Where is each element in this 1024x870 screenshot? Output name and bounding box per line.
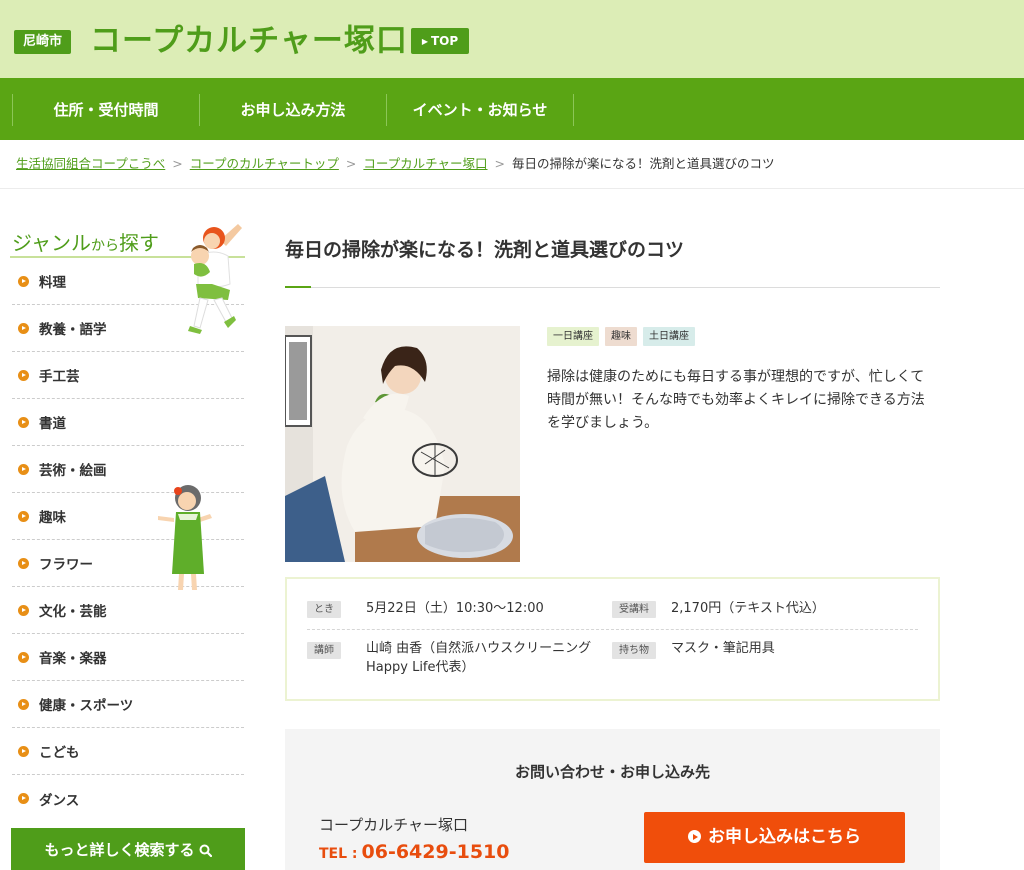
site-header: 尼崎市 コープカルチャー塚口 ▶ TOP <box>0 0 1024 78</box>
region-badge: 尼崎市 <box>14 30 72 54</box>
course-title: 毎日の掃除が楽になる！洗剤と道具選びのコツ <box>285 239 685 261</box>
genre-item-dance[interactable]: ダンス <box>12 775 244 822</box>
bullet-arrow-icon <box>18 604 29 616</box>
tel-label: TEL : <box>319 846 358 862</box>
contact-title: お問い合わせ・お申し込み先 <box>514 763 710 781</box>
breadcrumb-divider <box>0 188 1024 189</box>
tag-one-day: 一日講座 <box>547 327 599 346</box>
top-button-label: TOP <box>430 34 459 48</box>
breadcrumb: 生活協同組合コープこうべ > コープのカルチャートップ > コープカルチャー塚口 > 毎日の… <box>16 155 775 173</box>
course-description: 掃除は健康のためにも毎日する事が理想的ですが、忙しくて時間が無い！そんな時でも効… <box>547 369 925 431</box>
info-value-when: 5月22日（土）10:30〜12:00 <box>366 601 544 616</box>
genre-item-kids[interactable]: こども <box>12 728 244 775</box>
info-value-instructor-line1: 山崎 由香（自然派ハウスクリーニング <box>366 641 592 656</box>
bullet-arrow-icon <box>18 369 29 381</box>
info-value-fee: 2,170円（テキスト代込） <box>671 601 825 616</box>
info-value-items: マスク・筆記用具 <box>671 641 775 656</box>
genre-item-health-sports[interactable]: 健康・スポーツ <box>12 681 244 728</box>
bullet-arrow-icon <box>18 557 29 569</box>
course-info-box: とき 5月22日（土）10:30〜12:00 受講料 2,170円（テキスト代込… <box>285 577 940 701</box>
bullet-arrow-icon <box>18 651 29 663</box>
title-underline-accent <box>285 286 311 288</box>
bullet-arrow-icon <box>18 510 29 522</box>
info-label-items: 持ち物 <box>612 642 656 659</box>
apply-button[interactable]: お申し込みはこちら <box>644 812 905 863</box>
bullet-arrow-icon <box>18 463 29 475</box>
top-button[interactable]: ▶ TOP <box>411 28 469 54</box>
course-photo <box>285 326 520 562</box>
breadcrumb-separator: > <box>172 156 183 171</box>
bullet-arrow-icon <box>18 322 29 334</box>
nav-item-address-hours[interactable]: 住所・受付時間 <box>12 94 199 126</box>
breadcrumb-current: 毎日の掃除が楽になる！洗剤と道具選びのコツ <box>512 156 775 171</box>
genre-item-calligraphy[interactable]: 書道 <box>12 399 244 446</box>
breadcrumb-separator: > <box>494 156 505 171</box>
info-label-when: とき <box>307 601 341 618</box>
info-divider <box>307 629 918 630</box>
contact-name: コープカルチャー塚口 <box>319 816 468 834</box>
genre-item-handicraft[interactable]: 手工芸 <box>12 352 244 399</box>
nav-item-how-to-apply[interactable]: お申し込み方法 <box>199 94 386 126</box>
breadcrumb-link-culture-top[interactable]: コープのカルチャートップ <box>190 156 339 171</box>
tag-hobby: 趣味 <box>605 327 637 346</box>
bullet-arrow-icon <box>18 698 29 710</box>
contact-box: お問い合わせ・お申し込み先 コープカルチャー塚口 TEL :06-6429-15… <box>285 729 940 870</box>
apply-button-label: お申し込みはこちら <box>708 827 861 847</box>
course-tags: 一日講座 趣味 土日講座 <box>547 327 695 346</box>
genre-item-music-instruments[interactable]: 音楽・楽器 <box>12 634 244 681</box>
contact-tel[interactable]: TEL :06-6429-1510 <box>319 839 510 867</box>
tag-weekend: 土日講座 <box>643 327 695 346</box>
breadcrumb-separator: > <box>345 156 357 171</box>
nav-item-events-news[interactable]: イベント・お知らせ <box>386 94 574 126</box>
bullet-arrow-icon <box>18 416 29 428</box>
bullet-arrow-icon <box>688 830 701 843</box>
info-label-instructor: 講師 <box>307 642 341 659</box>
detailed-search-button[interactable]: もっと詳しく検索する <box>11 828 245 870</box>
breadcrumb-link-coop-kobe[interactable]: 生活協同組合コープこうべ <box>16 156 165 171</box>
mother-child-illustration <box>188 224 242 334</box>
tel-number: 06-6429-1510 <box>361 841 510 863</box>
bullet-arrow-icon <box>18 793 29 804</box>
girl-illustration <box>158 485 212 590</box>
bullet-arrow-icon <box>18 275 29 287</box>
site-title[interactable]: コープカルチャー塚口 <box>90 18 408 64</box>
play-arrow-icon: ▶ <box>421 37 428 46</box>
bullet-arrow-icon <box>18 745 29 757</box>
main-nav: 住所・受付時間 お申し込み方法 イベント・お知らせ <box>0 78 1024 140</box>
info-value-instructor-line2: Happy Life代表） <box>366 660 475 675</box>
title-underline <box>285 287 940 288</box>
breadcrumb-link-tsukaguchi[interactable]: コープカルチャー塚口 <box>363 156 487 171</box>
info-label-fee: 受講料 <box>612 601 656 618</box>
search-icon <box>199 844 212 858</box>
